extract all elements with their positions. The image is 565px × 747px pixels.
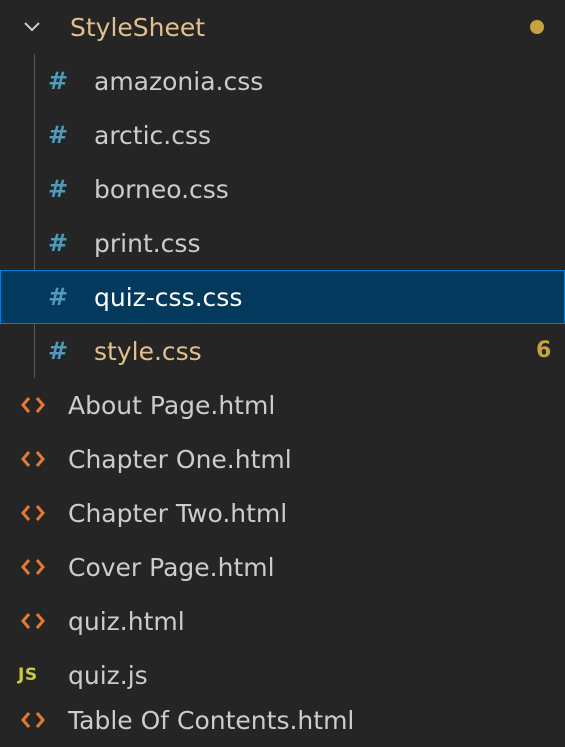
- file-name: quiz-css.css: [94, 282, 243, 312]
- html-brackets-icon: [21, 559, 45, 575]
- file-name: quiz.html: [68, 606, 185, 636]
- html-brackets-icon: [21, 712, 45, 728]
- file-name: Table Of Contents.html: [68, 705, 355, 735]
- html-brackets-icon: [21, 397, 45, 413]
- chevron-down-icon[interactable]: [22, 17, 42, 37]
- html-brackets-icon: [21, 451, 45, 467]
- problem-count-badge: 6: [536, 338, 552, 363]
- css-hash-icon: #: [48, 121, 69, 149]
- css-hash-icon: #: [48, 283, 69, 311]
- file-row-arctic-css[interactable]: # arctic.css: [0, 108, 565, 162]
- file-row-quiz-html[interactable]: quiz.html: [0, 594, 565, 648]
- file-name: style.css: [94, 336, 202, 366]
- folder-name: StyleSheet: [70, 12, 206, 42]
- file-row-chapter-one-html[interactable]: Chapter One.html: [0, 432, 565, 486]
- file-name: Cover Page.html: [68, 552, 275, 582]
- file-name: quiz.js: [68, 660, 148, 690]
- modified-dot-icon: [530, 20, 544, 34]
- file-name: Chapter One.html: [68, 444, 292, 474]
- file-row-style-css[interactable]: # style.css 6: [0, 324, 565, 378]
- file-row-borneo-css[interactable]: # borneo.css: [0, 162, 565, 216]
- file-row-print-css[interactable]: # print.css: [0, 216, 565, 270]
- file-name: Chapter Two.html: [68, 498, 288, 528]
- file-name: amazonia.css: [94, 66, 264, 96]
- folder-stylesheet[interactable]: StyleSheet: [0, 0, 565, 54]
- file-row-cover-page-html[interactable]: Cover Page.html: [0, 540, 565, 594]
- file-name: arctic.css: [94, 120, 212, 150]
- css-hash-icon: #: [48, 175, 69, 203]
- html-brackets-icon: [21, 505, 45, 521]
- file-row-chapter-two-html[interactable]: Chapter Two.html: [0, 486, 565, 540]
- file-explorer: StyleSheet # amazonia.css # arctic.css #…: [0, 0, 565, 747]
- file-row-amazonia-css[interactable]: # amazonia.css: [0, 54, 565, 108]
- file-row-about-page-html[interactable]: About Page.html: [0, 378, 565, 432]
- file-name: borneo.css: [94, 174, 229, 204]
- file-name: print.css: [94, 228, 201, 258]
- html-brackets-icon: [21, 613, 45, 629]
- file-row-table-of-contents-html[interactable]: Table Of Contents.html: [0, 693, 565, 747]
- file-row-quiz-css-css[interactable]: # quiz-css.css: [0, 270, 565, 324]
- css-hash-icon: #: [48, 229, 69, 257]
- css-hash-icon: #: [48, 337, 69, 365]
- css-hash-icon: #: [48, 67, 69, 95]
- file-name: About Page.html: [68, 390, 276, 420]
- js-icon: JS: [18, 664, 38, 685]
